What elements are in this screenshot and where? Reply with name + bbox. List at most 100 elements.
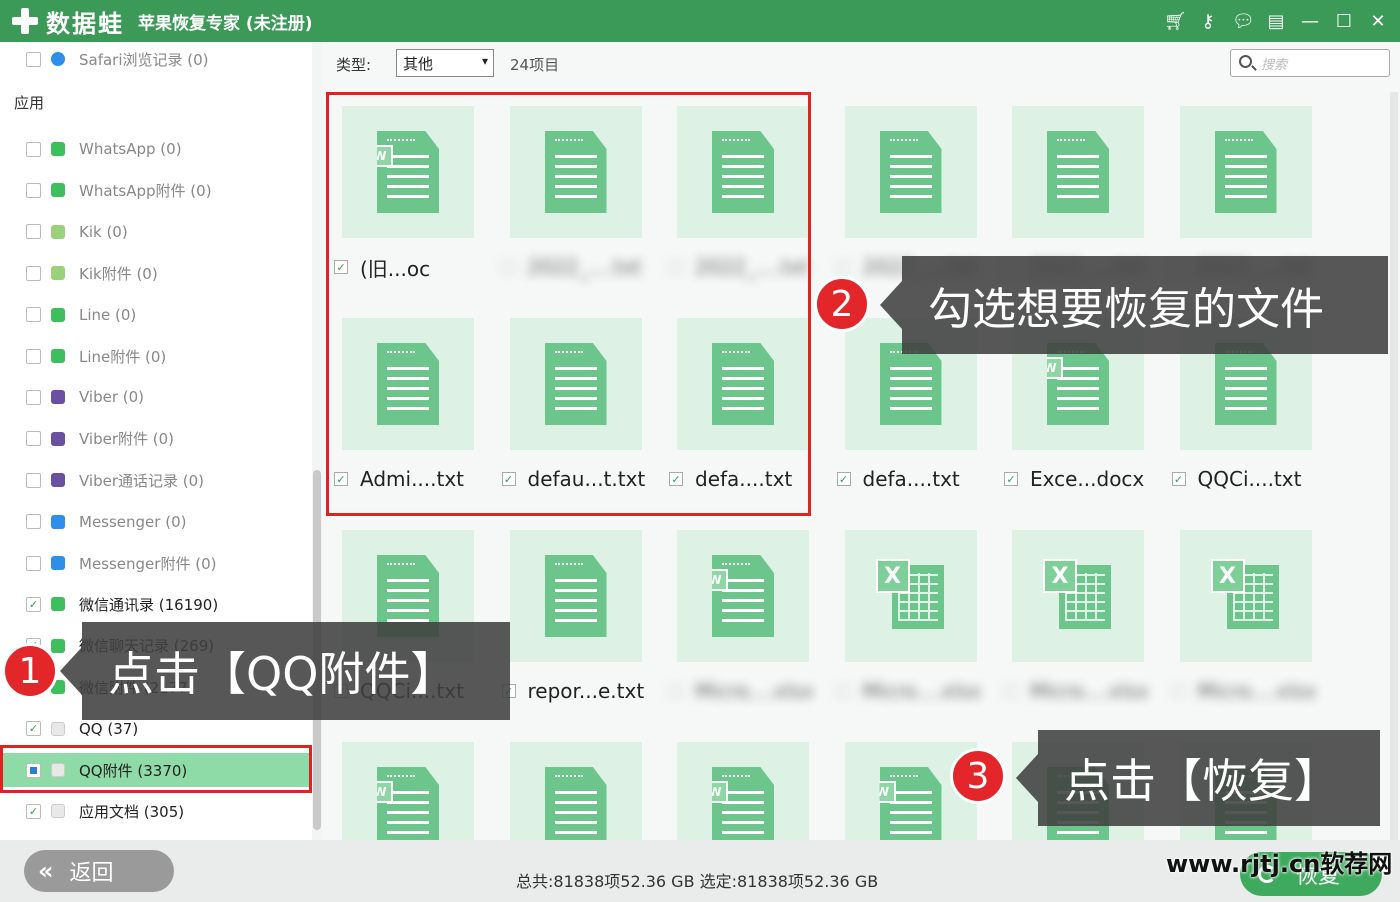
checkbox[interactable] bbox=[26, 803, 41, 819]
checkbox[interactable] bbox=[26, 596, 41, 612]
sidebar-item[interactable]: 微信通讯录 (16190) bbox=[0, 587, 312, 621]
chat-icon[interactable]: 💬︎ bbox=[1232, 11, 1255, 32]
logo-text: 数据蛙 bbox=[46, 9, 124, 38]
checkbox[interactable] bbox=[26, 431, 41, 447]
cart-icon[interactable]: 🛒︎ bbox=[1164, 11, 1187, 32]
line-icon bbox=[51, 349, 65, 363]
kik-icon bbox=[51, 224, 65, 239]
file-name: Exce...docx bbox=[1030, 467, 1145, 491]
file-checkbox[interactable] bbox=[836, 472, 851, 486]
file-checkbox[interactable] bbox=[836, 684, 851, 698]
file-thumbnail[interactable]: X bbox=[1179, 530, 1312, 662]
checkbox[interactable] bbox=[26, 514, 41, 530]
file-thumbnail[interactable] bbox=[509, 530, 642, 662]
sidebar-item[interactable]: Kik附件 (0) bbox=[0, 256, 312, 290]
checkbox[interactable] bbox=[26, 472, 41, 488]
file-checkbox[interactable] bbox=[836, 260, 851, 274]
key-icon[interactable]: ⚷ bbox=[1198, 11, 1218, 32]
text-file-icon bbox=[879, 131, 942, 213]
checkbox[interactable] bbox=[26, 51, 41, 67]
file-checkbox[interactable] bbox=[1171, 684, 1186, 698]
checkbox[interactable] bbox=[26, 265, 41, 281]
file-checkbox[interactable] bbox=[1004, 472, 1018, 486]
viber-icon bbox=[51, 390, 65, 405]
file-name: Micro....xlsx bbox=[1030, 679, 1149, 703]
sidebar-item[interactable]: Kik (0) bbox=[0, 215, 312, 249]
word-file-icon: W bbox=[712, 767, 774, 840]
close-icon[interactable]: ✕ bbox=[1368, 11, 1388, 32]
file-tile[interactable]: X Micro....xlsx bbox=[994, 516, 1162, 726]
file-checkbox[interactable] bbox=[1004, 684, 1018, 698]
sidebar-item[interactable]: Viber附件 (0) bbox=[0, 422, 312, 456]
back-button[interactable]: « 返回 bbox=[24, 850, 174, 892]
highlight-qq-attachments bbox=[0, 745, 312, 793]
step-badge-1: 1 bbox=[2, 643, 58, 699]
file-tile[interactable]: X Micro....xlsx bbox=[1162, 516, 1330, 726]
minimize-icon[interactable]: — bbox=[1300, 11, 1320, 32]
highlight-files bbox=[326, 92, 811, 516]
file-tile[interactable]: W bbox=[659, 728, 827, 840]
checkbox[interactable] bbox=[26, 224, 41, 240]
text-file-icon bbox=[1047, 131, 1109, 213]
checkbox[interactable] bbox=[26, 721, 41, 737]
sidebar-item[interactable]: 应用文档 (305) bbox=[0, 794, 312, 828]
item-count: 24项目 bbox=[510, 56, 560, 74]
file-name-row: repor...e.txt bbox=[501, 678, 662, 704]
main-scrollbar[interactable] bbox=[1390, 92, 1398, 840]
sidebar-item-label: Line (0) bbox=[79, 305, 137, 324]
search-input[interactable]: 搜索 bbox=[1230, 49, 1390, 77]
file-tile[interactable]: W Micro....xlsx bbox=[659, 516, 827, 726]
wechat-icon bbox=[51, 597, 65, 612]
file-name: QQCi....txt bbox=[1197, 467, 1302, 491]
file-name-row: Exce...docx bbox=[1004, 466, 1164, 492]
file-tile[interactable]: repor...e.txt bbox=[492, 516, 660, 726]
qq-icon bbox=[51, 721, 65, 736]
word-file-icon: W bbox=[1047, 343, 1109, 425]
text-file-icon bbox=[1214, 343, 1277, 425]
file-thumbnail[interactable] bbox=[1179, 106, 1312, 238]
checkbox[interactable] bbox=[26, 307, 41, 323]
sidebar-item-label: QQ (37) bbox=[79, 719, 139, 738]
sidebar-item-label: Viber (0) bbox=[79, 388, 145, 407]
sidebar-item[interactable]: Line附件 (0) bbox=[0, 339, 312, 373]
checkbox[interactable] bbox=[26, 182, 41, 198]
sidebar-item[interactable]: Viber (0) bbox=[0, 380, 312, 414]
type-select[interactable]: 其他 bbox=[396, 49, 494, 77]
file-name: defa....txt bbox=[862, 467, 960, 491]
file-name-row: Micro....xlsx bbox=[669, 678, 829, 704]
file-thumbnail[interactable]: X bbox=[1012, 530, 1144, 662]
sidebar-item-label: WhatsApp (0) bbox=[79, 140, 182, 158]
file-thumbnail[interactable]: X bbox=[844, 530, 977, 662]
sidebar-item[interactable]: WhatsApp附件 (0) bbox=[0, 173, 312, 207]
checkbox[interactable] bbox=[26, 141, 41, 157]
checkbox[interactable] bbox=[26, 555, 41, 571]
watermark: www.rjtj.cn软荐网 bbox=[1166, 850, 1393, 878]
file-tile[interactable]: W bbox=[324, 728, 492, 840]
file-thumbnail[interactable]: W bbox=[677, 742, 809, 840]
callout-1: 点击【QQ附件】 bbox=[60, 622, 510, 720]
file-thumbnail[interactable] bbox=[844, 106, 977, 238]
file-thumbnail[interactable]: W bbox=[677, 530, 809, 662]
sidebar-item[interactable]: Messenger附件 (0) bbox=[0, 546, 312, 580]
sidebar-item[interactable]: Messenger (0) bbox=[0, 505, 312, 539]
checkbox[interactable] bbox=[26, 389, 41, 405]
file-thumbnail[interactable]: W bbox=[342, 742, 474, 840]
sidebar-item-safari-history[interactable]: Safari浏览记录 (0) bbox=[0, 42, 312, 76]
maximize-icon[interactable]: ☐ bbox=[1334, 11, 1354, 32]
sidebar-item-label: 微信通讯录 (16190) bbox=[79, 595, 219, 614]
sidebar-item[interactable]: WhatsApp (0) bbox=[0, 132, 312, 166]
file-thumbnail[interactable] bbox=[1012, 106, 1144, 238]
file-name-row: Micro....xlsx bbox=[1004, 678, 1164, 704]
list-icon[interactable]: ▤ bbox=[1266, 11, 1286, 32]
file-thumbnail[interactable] bbox=[509, 742, 642, 840]
file-checkbox[interactable] bbox=[669, 684, 683, 698]
file-tile[interactable] bbox=[492, 728, 660, 840]
excel-file-icon: X bbox=[1043, 559, 1113, 633]
sidebar-item[interactable]: Line (0) bbox=[0, 298, 312, 332]
checkbox[interactable] bbox=[26, 348, 41, 364]
file-tile[interactable]: X Micro....xlsx bbox=[827, 516, 995, 726]
excel-file-icon: X bbox=[875, 559, 946, 633]
sidebar-item-label: Messenger (0) bbox=[79, 512, 187, 531]
file-checkbox[interactable] bbox=[1171, 472, 1186, 486]
sidebar-item[interactable]: Viber通话记录 (0) bbox=[0, 463, 312, 497]
